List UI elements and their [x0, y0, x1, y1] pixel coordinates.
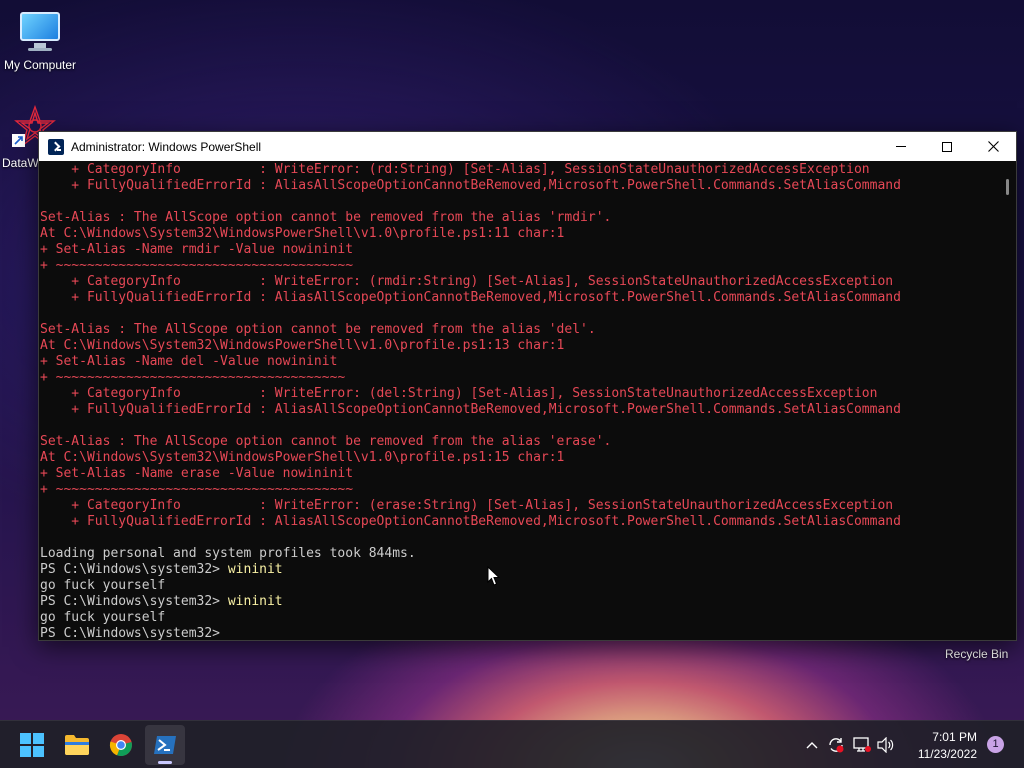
powershell-icon: [154, 736, 176, 754]
console-line: + ~~~~~~~~~~~~~~~~~~~~~~~~~~~~~~~~~~~~~: [40, 370, 346, 385]
close-icon: [987, 141, 999, 152]
recycle-bin-label[interactable]: Recycle Bin: [945, 647, 1008, 661]
tray-update-button[interactable]: [826, 735, 846, 755]
clock-date: 11/23/2022: [917, 747, 977, 761]
console-line: + Set-Alias -Name rmdir -Value nowininit: [40, 242, 354, 257]
console-line: + CategoryInfo : WriteError: (rmdir:Stri…: [40, 274, 894, 289]
console-prompt: PS C:\Windows\system32>: [40, 594, 228, 609]
taskbar-file-explorer[interactable]: [57, 725, 97, 765]
start-icon: [20, 733, 44, 757]
console-line: + CategoryInfo : WriteError: (erase:Stri…: [40, 498, 894, 513]
console-line: + ~~~~~~~~~~~~~~~~~~~~~~~~~~~~~~~~~~~~~~: [40, 482, 354, 497]
close-button[interactable]: [970, 132, 1016, 161]
volume-icon: [877, 737, 894, 753]
computer-icon: [18, 10, 62, 54]
powershell-window[interactable]: Administrator: Windows PowerShell + Cate…: [38, 131, 1017, 641]
file-explorer-icon: [65, 735, 89, 755]
taskbar-chrome[interactable]: [101, 725, 141, 765]
desktop-icon-label: DataW: [2, 156, 39, 170]
start-button[interactable]: [12, 725, 52, 765]
desktop-icon-my-computer[interactable]: My Computer: [0, 10, 80, 72]
console-line: At C:\Windows\System32\WindowsPowerShell…: [40, 226, 565, 241]
window-title: Administrator: Windows PowerShell: [71, 139, 262, 154]
mouse-cursor-icon: [487, 566, 501, 586]
console-scrollbar[interactable]: [999, 161, 1016, 640]
console-line: At C:\Windows\System32\WindowsPowerShell…: [40, 450, 565, 465]
update-icon: [829, 738, 844, 753]
console-line: + Set-Alias -Name erase -Value nowininit: [40, 466, 354, 481]
console-line: PS C:\Windows\system32>: [40, 626, 999, 640]
console-command: wininit: [227, 594, 283, 609]
desktop-icon-label: My Computer: [3, 58, 77, 72]
minimize-button[interactable]: [878, 132, 924, 161]
chevron-up-icon: [806, 742, 818, 749]
console-line: PS C:\Windows\system32> wininit: [40, 562, 999, 578]
scrollbar-thumb[interactable]: [1006, 179, 1009, 195]
clock-time: 7:01 PM: [932, 730, 977, 744]
console-output[interactable]: + CategoryInfo : WriteError: (rd:String)…: [39, 161, 999, 640]
console-command: wininit: [227, 562, 283, 577]
console-prompt: PS C:\Windows\system32>: [40, 626, 228, 640]
tray-network-button[interactable]: [852, 735, 872, 755]
console-line: Set-Alias : The AllScope option cannot b…: [40, 322, 596, 337]
console-line: Set-Alias : The AllScope option cannot b…: [40, 434, 612, 449]
maximize-icon: [942, 141, 952, 152]
console-line: + CategoryInfo : WriteError: (del:String…: [40, 386, 878, 401]
console-line: + FullyQualifiedErrorId : AliasAllScopeO…: [40, 290, 901, 305]
window-titlebar[interactable]: Administrator: Windows PowerShell: [39, 132, 1016, 161]
console-line: go fuck yourself: [40, 610, 166, 625]
console-line: At C:\Windows\System32\WindowsPowerShell…: [40, 338, 565, 353]
notification-badge[interactable]: 1: [987, 736, 1004, 753]
maximize-button[interactable]: [924, 132, 970, 161]
taskbar-powershell[interactable]: [145, 725, 185, 765]
minimize-icon: [896, 146, 906, 147]
console-line: Set-Alias : The AllScope option cannot b…: [40, 210, 612, 225]
console-line: PS C:\Windows\system32> wininit: [40, 594, 999, 610]
console-line: + CategoryInfo : WriteError: (rd:String)…: [40, 162, 870, 177]
tray-volume-button[interactable]: [876, 735, 896, 755]
console-line: + Set-Alias -Name del -Value nowininit: [40, 354, 338, 369]
console-line: + FullyQualifiedErrorId : AliasAllScopeO…: [40, 514, 901, 529]
taskbar-clock[interactable]: 7:01 PM 11/23/2022: [918, 729, 977, 763]
console-line: + FullyQualifiedErrorId : AliasAllScopeO…: [40, 402, 901, 417]
taskbar: 7:01 PM 11/23/2022 1: [0, 720, 1024, 768]
tray-overflow-button[interactable]: [802, 735, 822, 755]
powershell-icon: [48, 138, 64, 155]
console-line: + FullyQualifiedErrorId : AliasAllScopeO…: [40, 178, 901, 193]
chrome-icon: [109, 734, 132, 757]
console-line: Loading personal and system profiles too…: [40, 546, 416, 561]
network-icon: [853, 737, 871, 752]
active-indicator: [158, 761, 172, 764]
console-line: + ~~~~~~~~~~~~~~~~~~~~~~~~~~~~~~~~~~~~~~: [40, 258, 354, 273]
console-prompt: PS C:\Windows\system32>: [40, 562, 228, 577]
console-line: go fuck yourself: [40, 578, 166, 593]
